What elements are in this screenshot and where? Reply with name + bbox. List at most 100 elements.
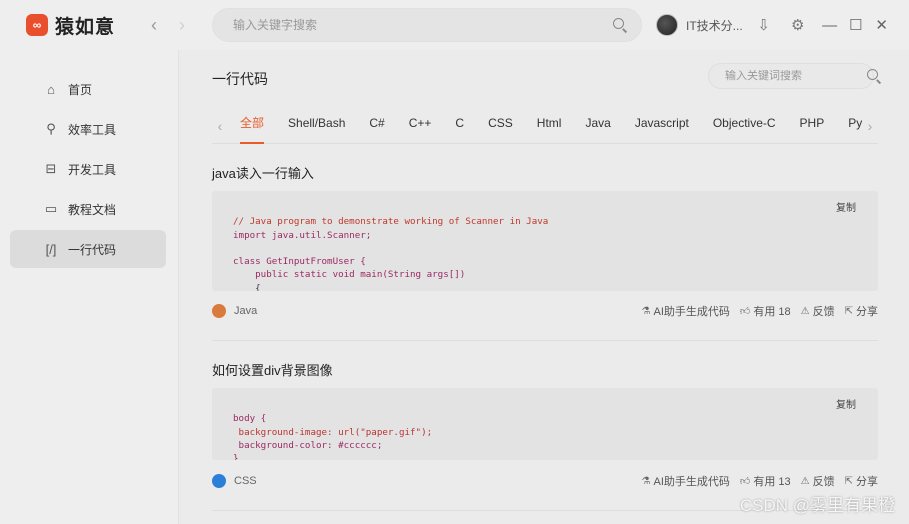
tab-shell-bash[interactable]: Shell/Bash [276, 108, 357, 144]
tabs-left-arrow-icon[interactable]: ‹ [212, 118, 228, 134]
share-icon: ⇱ [844, 305, 853, 317]
global-search-input[interactable] [233, 18, 613, 32]
sidebar-item-tutorials[interactable]: ▭ 教程文档 [10, 190, 166, 228]
feedback-label: 反馈 [812, 306, 835, 318]
search-icon[interactable] [613, 18, 627, 32]
tab-csharp[interactable]: C# [357, 108, 396, 144]
language-tabs: ‹ 全部 Shell/Bash C# C++ C CSS Html Java J… [212, 108, 878, 144]
java-icon [212, 304, 226, 318]
share-button[interactable]: ⇱ 分享 [845, 303, 878, 319]
sidebar-item-dev-tools[interactable]: ⊟ 开发工具 [10, 150, 166, 188]
maximize-icon[interactable]: ☐ [843, 12, 869, 38]
ai-icon: ⚗ [641, 475, 651, 487]
css-icon [212, 474, 226, 488]
snippet-title[interactable]: java读入一行输入 [212, 163, 314, 182]
language-label[interactable]: CSS [234, 475, 257, 487]
tab-php[interactable]: PHP [788, 108, 837, 144]
tabs-right-arrow-icon[interactable]: › [862, 118, 878, 134]
back-arrow-icon[interactable]: ‹ [142, 13, 166, 37]
tab-objective-c[interactable]: Objective-C [701, 108, 788, 144]
avatar[interactable] [656, 14, 678, 36]
window-controls: — ☐ ✕ [817, 12, 895, 38]
app-name: 猿如意 [55, 16, 116, 38]
logo-icon: ∞ [26, 14, 48, 36]
page-search[interactable] [708, 63, 878, 89]
share-label: 分享 [856, 476, 878, 488]
main-content: 一行代码 ‹ 全部 Shell/Bash C# C++ C CSS Html J… [180, 50, 909, 524]
settings-icon[interactable]: ⚙ [785, 12, 811, 38]
title-bar: ∞ 猿如意 ‹ › IT技术分... ⇩ ⚙ — ☐ ✕ [0, 0, 909, 50]
snippet-title[interactable]: 如何设置div背景图像 [212, 360, 333, 379]
warning-icon: ⚠ [800, 475, 810, 487]
warning-icon: ⚠ [800, 305, 810, 317]
useful-label: 有用 18 [753, 306, 791, 318]
sidebar-item-label: 一行代码 [68, 242, 117, 257]
tab-python[interactable]: Py [836, 108, 862, 144]
copy-button[interactable]: 复制 [836, 202, 856, 215]
feedback-label: 反馈 [812, 476, 835, 488]
ai-icon: ⚗ [641, 305, 651, 317]
forward-arrow-icon[interactable]: › [170, 13, 194, 37]
toolbox-icon: ⊟ [45, 161, 57, 176]
page-title: 一行代码 [212, 71, 268, 87]
sidebar: ⌂ 首页 ⚲ 效率工具 ⊟ 开发工具 ▭ 教程文档 [/] 一行代码 [0, 50, 179, 524]
tab-c[interactable]: C [443, 108, 476, 144]
ai-generate-button[interactable]: ⚗ AI助手生成代码 [642, 473, 730, 489]
monitor-icon: ▭ [44, 201, 58, 216]
username[interactable]: IT技术分... [686, 17, 743, 34]
share-label: 分享 [856, 306, 878, 318]
sidebar-item-one-line-code[interactable]: [/] 一行代码 [10, 230, 166, 268]
app-logo[interactable]: ∞ 猿如意 [26, 12, 138, 39]
share-button[interactable]: ⇱ 分享 [845, 473, 878, 489]
tab-css[interactable]: CSS [476, 108, 525, 144]
tab-cpp[interactable]: C++ [397, 108, 444, 144]
sidebar-item-label: 效率工具 [68, 122, 117, 137]
user-profile[interactable]: IT技术分... [656, 14, 743, 36]
code-line: public static void main(String args[]) [233, 269, 466, 281]
useful-label: 有用 13 [753, 476, 791, 488]
copy-button[interactable]: 复制 [836, 399, 856, 412]
language-label[interactable]: Java [234, 305, 257, 317]
sidebar-item-label: 开发工具 [68, 162, 117, 177]
code-block: // Java program to demonstrate working o… [212, 191, 878, 291]
tab-all[interactable]: 全部 [228, 108, 276, 144]
ai-generate-label: AI助手生成代码 [653, 476, 730, 488]
watermark: CSDN @雾里有果橙 [739, 496, 895, 515]
home-icon: ⌂ [47, 81, 55, 97]
ai-generate-label: AI助手生成代码 [653, 306, 730, 318]
thumbs-up-icon: 👍︎ [739, 476, 751, 487]
code-icon: [/] [45, 241, 57, 257]
snippet-meta: Java ⚗ AI助手生成代码 👍︎ 有用 18 ⚠ 反馈 ⇱ 分享 [212, 301, 878, 321]
code-line: import java.util.Scanner; [233, 229, 372, 241]
code-line: body { [233, 413, 267, 425]
feedback-button[interactable]: ⚠ 反馈 [801, 473, 835, 489]
code-line: } [233, 453, 239, 460]
sidebar-item-efficiency-tools[interactable]: ⚲ 效率工具 [10, 110, 166, 148]
tab-javascript[interactable]: Javascript [623, 108, 701, 144]
useful-button[interactable]: 👍︎ 有用 13 [740, 473, 791, 489]
close-icon[interactable]: ✕ [869, 12, 895, 38]
tab-html[interactable]: Html [525, 108, 574, 144]
minimize-icon[interactable]: — [817, 12, 843, 38]
useful-button[interactable]: 👍︎ 有用 18 [740, 303, 791, 319]
global-search[interactable] [212, 8, 642, 42]
download-icon[interactable]: ⇩ [751, 12, 777, 38]
code-block: body { background-image: url("paper.gif"… [212, 388, 878, 460]
code-line: class GetInputFromUser { [233, 256, 366, 268]
snippet-meta: CSS ⚗ AI助手生成代码 👍︎ 有用 13 ⚠ 反馈 ⇱ 分享 [212, 471, 878, 491]
sidebar-item-label: 首页 [68, 82, 93, 97]
thumbs-up-icon: 👍︎ [739, 306, 751, 317]
code-line: // Java program to demonstrate working o… [233, 216, 549, 228]
code-line: { [233, 282, 261, 291]
code-line: background-color: #cccccc; [233, 439, 383, 451]
sidebar-item-label: 教程文档 [68, 202, 117, 217]
tabs-list: 全部 Shell/Bash C# C++ C CSS Html Java Jav… [228, 108, 862, 144]
divider [212, 340, 878, 341]
code-line: background-image: url("paper.gif"); [233, 426, 433, 438]
ai-generate-button[interactable]: ⚗ AI助手生成代码 [642, 303, 730, 319]
page-search-input[interactable] [725, 70, 867, 82]
sidebar-item-home[interactable]: ⌂ 首页 [10, 70, 166, 108]
share-icon: ⇱ [844, 475, 853, 487]
tab-java[interactable]: Java [573, 108, 622, 144]
feedback-button[interactable]: ⚠ 反馈 [801, 303, 835, 319]
